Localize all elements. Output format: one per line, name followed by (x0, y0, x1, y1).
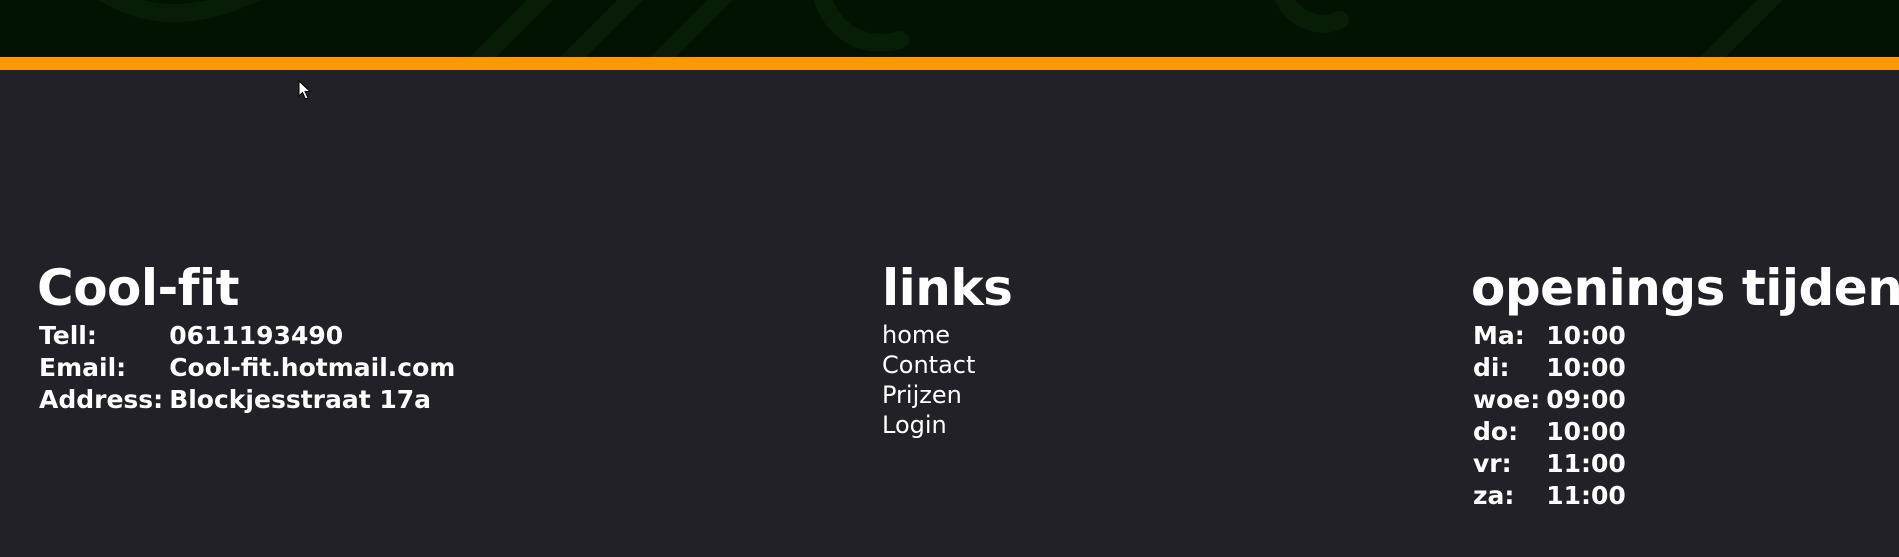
time-value: 11:00 (1546, 481, 1626, 510)
hours-row: di: 10:00 (1471, 352, 1626, 384)
time-value: 10:00 (1546, 353, 1626, 382)
opening-hours-table: Ma: 10:00 di: 10:00 woe: 09:00 do: 10:00… (1471, 320, 1626, 512)
hours-row: za: 11:00 (1471, 480, 1626, 512)
day-label: za: (1473, 481, 1515, 510)
link-prijzen[interactable]: Prijzen (882, 381, 962, 409)
day-label: Ma: (1473, 321, 1525, 350)
list-item: Login (882, 410, 1012, 440)
footer-hours-section: openings tijden Ma: 10:00 di: 10:00 woe:… (1471, 258, 1899, 512)
address-value: Blockjesstraat 17a (169, 385, 432, 414)
time-value: 09:00 (1546, 385, 1626, 414)
day-label: woe: (1473, 385, 1541, 414)
list-item: Prijzen (882, 380, 1012, 410)
email-label: Email: (39, 353, 127, 382)
accent-bar (0, 57, 1899, 70)
footer-links-section: links home Contact Prijzen Login (882, 258, 1013, 440)
email-value: Cool-fit.hotmail.com (169, 353, 456, 382)
hours-row: vr: 11:00 (1471, 448, 1626, 480)
day-label: vr: (1473, 449, 1512, 478)
hours-row: Ma: 10:00 (1471, 320, 1626, 352)
contact-row-phone: Tell: 0611193490 (37, 320, 455, 352)
contact-details-table: Tell: 0611193490 Email: Cool-fit.hotmail… (37, 320, 455, 416)
mouse-pointer-icon (298, 80, 312, 100)
contact-row-address: Address: Blockjesstraat 17a (37, 384, 455, 416)
address-label: Address: (39, 385, 164, 414)
link-contact[interactable]: Contact (882, 351, 975, 379)
phone-label: Tell: (39, 321, 97, 350)
day-label: di: (1473, 353, 1510, 382)
hero-background-pattern (99, 0, 1783, 57)
brand-title: Cool-fit (37, 259, 240, 317)
link-login[interactable]: Login (882, 411, 947, 439)
links-title: links (882, 259, 1013, 317)
time-value: 11:00 (1546, 449, 1626, 478)
list-item: Contact (882, 350, 1012, 380)
hours-row: do: 10:00 (1471, 416, 1626, 448)
footer-link-list: home Contact Prijzen Login (882, 320, 1012, 440)
phone-value: 0611193490 (169, 321, 344, 350)
hours-row: woe: 09:00 (1471, 384, 1626, 416)
link-home[interactable]: home (882, 321, 950, 349)
hours-title: openings tijden (1471, 259, 1899, 317)
time-value: 10:00 (1546, 417, 1626, 446)
list-item: home (882, 320, 1012, 350)
time-value: 10:00 (1546, 321, 1626, 350)
footer-brand-section: Cool-fit Tell: 0611193490 Email: Cool-fi… (37, 258, 455, 416)
day-label: do: (1473, 417, 1519, 446)
hero-image-strip (0, 0, 1899, 57)
contact-row-email: Email: Cool-fit.hotmail.com (37, 352, 455, 384)
